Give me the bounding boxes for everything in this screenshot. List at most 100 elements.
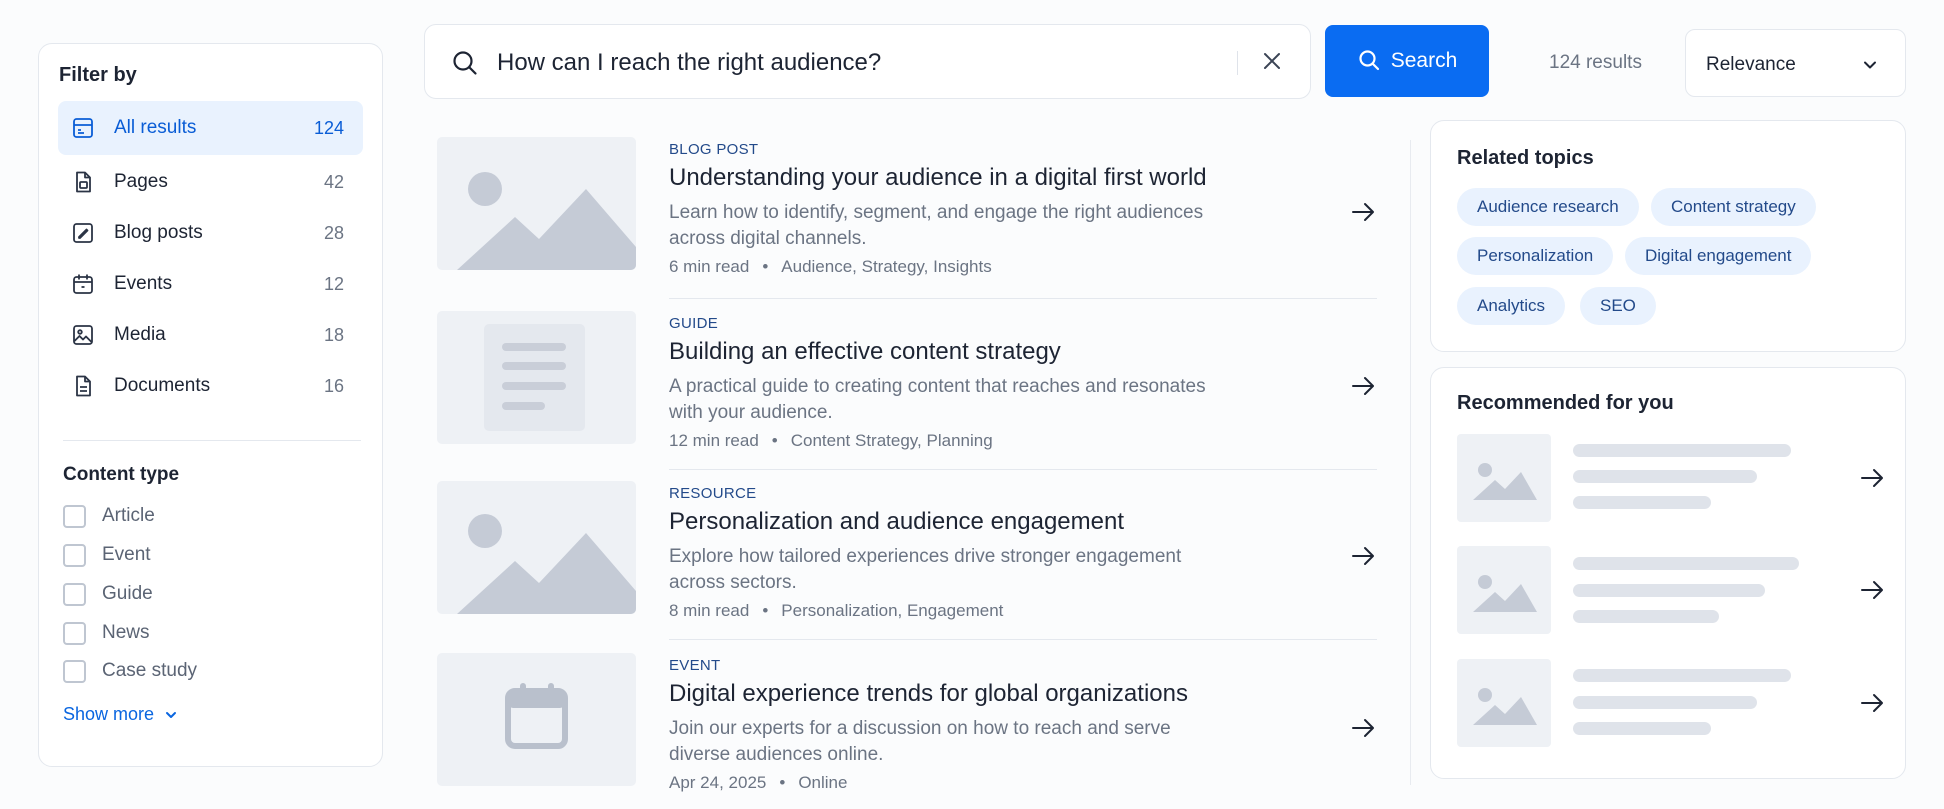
filter-nav-media[interactable]: Media 18 (58, 308, 363, 362)
sort-select[interactable]: Relevance (1685, 29, 1906, 97)
topic-chip[interactable]: Digital engagement (1625, 237, 1812, 275)
checkbox-news[interactable]: News (63, 620, 150, 646)
result-kind: EVENT (669, 657, 721, 674)
result-meta-right: Content Strategy, Planning (790, 431, 993, 450)
filter-nav-events[interactable]: Events 12 (58, 257, 363, 311)
checkbox-label: News (102, 622, 150, 643)
arrow-right-icon[interactable] (1350, 373, 1376, 404)
filter-nav-pages[interactable]: Pages 42 (58, 155, 363, 209)
result-kind: GUIDE (669, 315, 719, 332)
filter-nav-label: Pages (114, 171, 168, 192)
skeleton-line (1573, 584, 1765, 597)
topic-chip[interactable]: Analytics (1457, 287, 1566, 325)
checkbox-box[interactable] (63, 582, 86, 606)
checkbox-guide[interactable]: Guide (63, 581, 153, 607)
checkbox-box[interactable] (63, 543, 86, 567)
filter-nav-documents[interactable]: Documents 16 (58, 359, 363, 413)
skeleton-line (1573, 557, 1799, 570)
checkbox-label: Article (102, 505, 155, 526)
skeleton-line (1573, 696, 1757, 709)
checkbox-box[interactable] (63, 659, 86, 683)
search-button-label: Search (1390, 49, 1458, 72)
skeleton-line (1573, 669, 1791, 682)
filter-nav-blog-posts[interactable]: Blog posts 28 (58, 206, 363, 260)
sort-value: Relevance (1706, 54, 1796, 75)
result-description: A practical guide to creating content th… (669, 376, 1206, 423)
filter-nav-count: 42 (323, 171, 344, 192)
result-description: Learn how to identify, segment, and enga… (669, 202, 1204, 249)
recommended-item[interactable] (1457, 546, 1887, 634)
filter-nav-label: All results (114, 117, 197, 138)
image-icon (70, 322, 96, 348)
filter-nav-count: 28 (323, 222, 344, 243)
filter-nav-count: 18 (323, 324, 344, 345)
filter-nav-label: Blog posts (114, 222, 203, 243)
result-meta-left: 6 min read (669, 257, 750, 276)
arrow-right-icon[interactable] (1859, 690, 1885, 721)
result-meta-right: Audience, Strategy, Insights (781, 257, 992, 276)
recommended-panel: Recommended for you (1430, 367, 1906, 779)
search-icon (1357, 48, 1381, 75)
result-description: Explore how tailored experiences drive s… (669, 546, 1182, 593)
result-title[interactable]: Understanding your audience in a digital… (669, 164, 1207, 192)
show-more-button[interactable]: Show more (63, 704, 178, 725)
checkbox-box[interactable] (63, 621, 86, 645)
result-divider (669, 639, 1377, 640)
chevron-down-icon (164, 708, 178, 722)
content-type-heading: Content type (63, 464, 180, 485)
skeleton-line (1573, 444, 1791, 457)
arrow-right-icon[interactable] (1859, 577, 1885, 608)
skeleton-line (1573, 496, 1711, 509)
topic-chip[interactable]: SEO (1580, 287, 1656, 325)
clear-icon[interactable] (1261, 50, 1283, 77)
filter-nav-label: Documents (114, 375, 211, 396)
meta-dot: • (762, 257, 769, 276)
filter-nav-all-results[interactable]: All results 124 (58, 101, 363, 155)
checkbox-case-study[interactable]: Case study (63, 658, 197, 684)
calendar-icon (437, 653, 636, 786)
result-meta: 6 min read • Audience, Strategy, Insights (669, 257, 992, 277)
checkbox-event[interactable]: Event (63, 542, 151, 568)
document-lines-icon (437, 311, 636, 444)
result-meta: 12 min read • Content Strategy, Planning (669, 431, 993, 451)
topic-chip[interactable]: Content strategy (1651, 188, 1816, 226)
checkbox-label: Case study (102, 660, 198, 681)
recommended-heading: Recommended for you (1457, 392, 1674, 414)
filter-nav-count: 12 (323, 273, 344, 294)
recommended-item[interactable] (1457, 434, 1887, 522)
result-item[interactable]: EVENT Digital experience trends for glob… (437, 653, 1377, 803)
show-more-label: Show more (63, 704, 155, 724)
filter-divider (63, 440, 361, 441)
result-title[interactable]: Building an effective content strategy (669, 338, 1061, 366)
arrow-right-icon[interactable] (1350, 199, 1376, 230)
meta-dot: • (771, 431, 778, 450)
search-icon (451, 49, 479, 82)
recommended-item[interactable] (1457, 659, 1887, 747)
page-icon (70, 169, 96, 195)
checkbox-article[interactable]: Article (63, 503, 155, 529)
filter-nav-label: Media (114, 324, 166, 345)
topic-chip[interactable]: Audience research (1457, 188, 1639, 226)
arrow-right-icon[interactable] (1350, 543, 1376, 574)
result-title[interactable]: Personalization and audience engagement (669, 508, 1124, 536)
checkbox-label: Guide (102, 583, 153, 604)
result-kind: RESOURCE (669, 485, 757, 502)
topic-chip[interactable]: Personalization (1457, 237, 1614, 275)
related-topics-heading: Related topics (1457, 147, 1594, 169)
result-title[interactable]: Digital experience trends for global org… (669, 680, 1188, 708)
result-description: Join our experts for a discussion on how… (669, 718, 1171, 765)
filter-panel: Filter by All results 124 Pages 42 Blog … (38, 43, 383, 767)
checkbox-box[interactable] (63, 504, 86, 528)
arrow-right-icon[interactable] (1859, 465, 1885, 496)
search-button[interactable]: Search (1325, 25, 1489, 97)
result-item[interactable]: RESOURCE Personalization and audience en… (437, 481, 1377, 631)
image-placeholder-icon (1457, 434, 1551, 522)
arrow-right-icon[interactable] (1350, 715, 1376, 746)
meta-dot: • (779, 773, 786, 792)
result-item[interactable]: GUIDE Building an effective content stra… (437, 311, 1377, 461)
search-input[interactable] (497, 43, 1197, 83)
landscape-image-icon (437, 481, 636, 614)
result-item[interactable]: BLOG POST Understanding your audience in… (437, 137, 1377, 287)
related-topics-panel: Related topics Audience research Content… (1430, 120, 1906, 352)
result-kind: BLOG POST (669, 141, 759, 158)
